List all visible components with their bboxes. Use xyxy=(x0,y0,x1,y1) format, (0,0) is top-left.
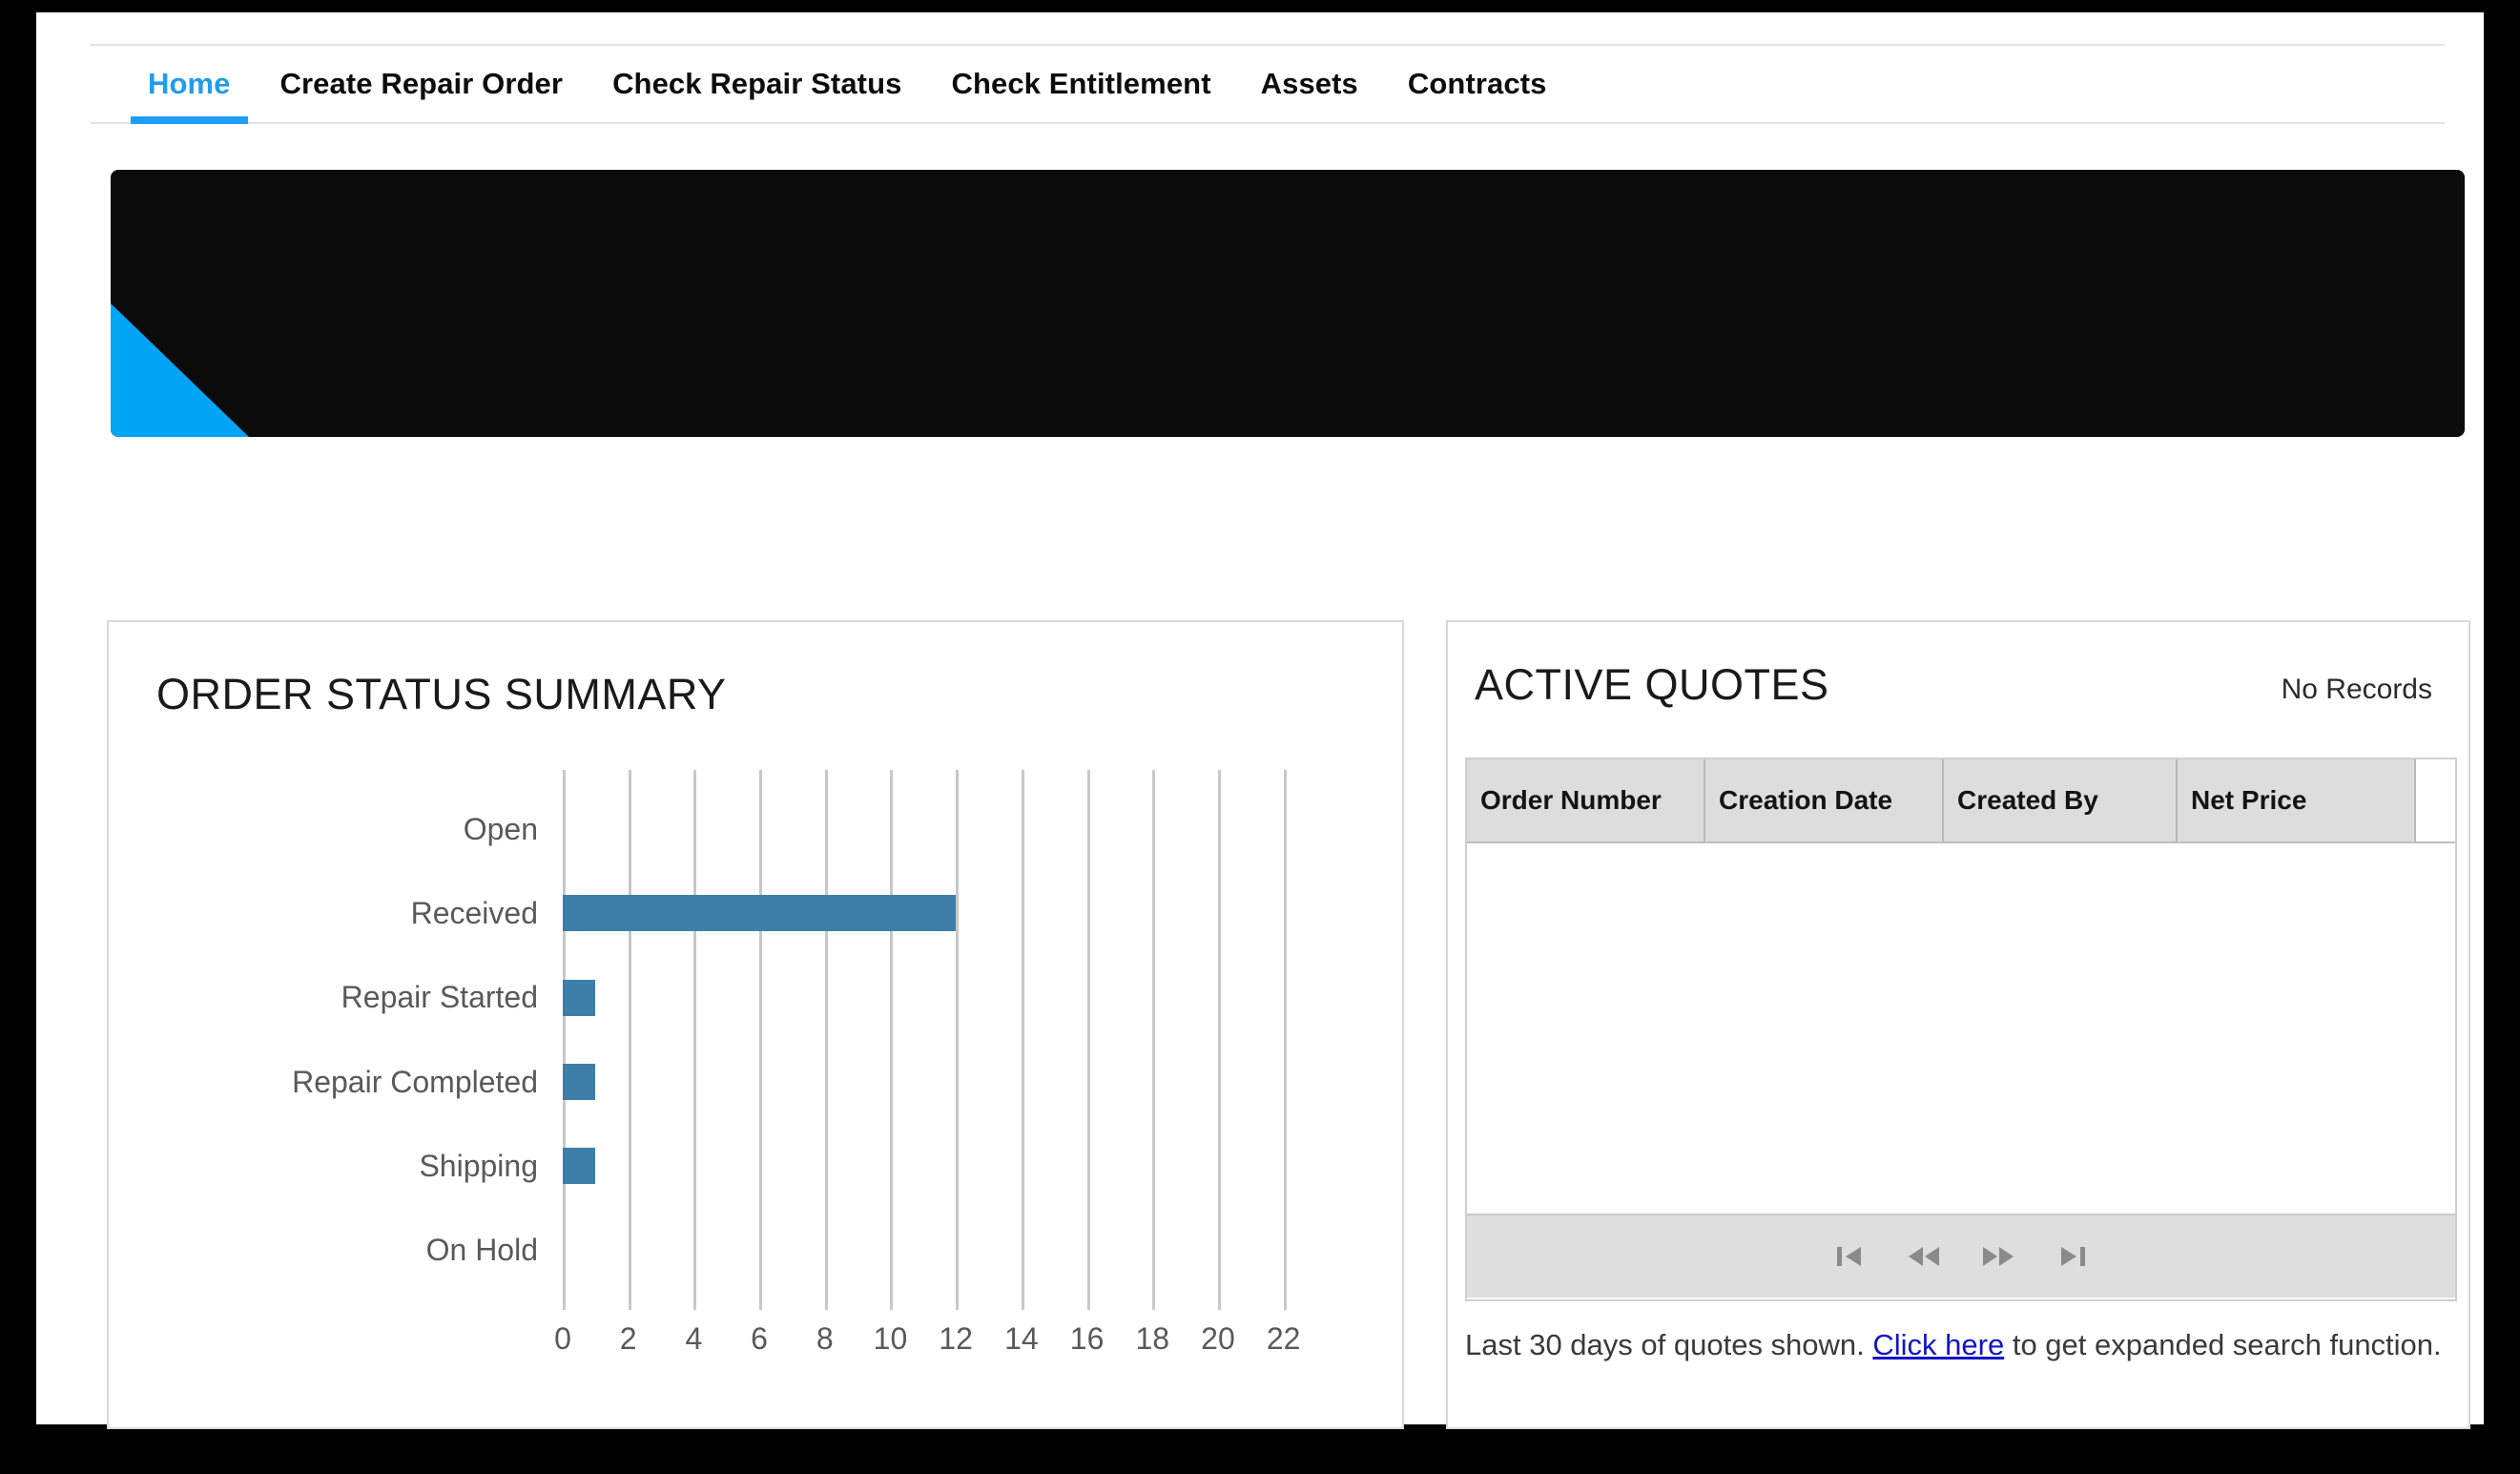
chart-value-tick-label: 18 xyxy=(1135,1321,1170,1356)
chart-category-label: Repair Completed xyxy=(292,1064,538,1099)
nav-item-assets[interactable]: Assets xyxy=(1236,46,1383,122)
chart-category-label: Shipping xyxy=(419,1148,538,1183)
chart-category-label: On Hold xyxy=(425,1233,538,1268)
nav-item-home[interactable]: Home xyxy=(123,46,256,124)
active-quotes-table: Order Number Creation Date Created By Net P… xyxy=(1465,758,2457,1301)
active-quotes-panel: ACTIVE QUOTES No Records Order Number Cre… xyxy=(1446,620,2470,1429)
expanded-search-link[interactable]: Click here xyxy=(1872,1328,2004,1361)
hero-banner xyxy=(111,170,2465,437)
order-status-title: ORDER STATUS SUMMARY xyxy=(156,670,727,718)
next-page-icon[interactable] xyxy=(1976,1235,2020,1278)
nav-item-list: Home Create Repair Order Check Repair Stat… xyxy=(91,46,2445,124)
nav-item-check-repair-status[interactable]: Check Repair Status xyxy=(588,46,926,122)
dashboard-panels: ORDER STATUS SUMMARY Open Received Repair … xyxy=(107,620,2470,1436)
application-frame: Home Create Repair Order Check Repair Stat… xyxy=(0,0,2520,1474)
chart-bar-row xyxy=(563,1040,1316,1124)
previous-page-icon[interactable] xyxy=(1902,1235,1946,1278)
chart-category-label: Repair Started xyxy=(341,980,538,1015)
chart-category-label: Open xyxy=(463,811,538,846)
table-header-row: Order Number Creation Date Created By Net P… xyxy=(1467,759,2455,843)
chart-value-tick-label: 8 xyxy=(816,1321,834,1356)
table-pagination-bar xyxy=(1467,1214,2455,1298)
chart-value-tick-label: 6 xyxy=(751,1321,768,1356)
chart-value-tick-label: 12 xyxy=(939,1321,973,1356)
chart-value-tick-label: 2 xyxy=(619,1321,637,1356)
chart-bar xyxy=(563,1064,596,1101)
nav-item-contracts[interactable]: Contracts xyxy=(1383,46,1572,122)
chart-value-tick-label: 22 xyxy=(1266,1321,1301,1356)
footnote-suffix: to get expanded search function. xyxy=(2004,1328,2442,1361)
main-navigation: Home Create Repair Order Check Repair Stat… xyxy=(91,44,2445,124)
table-header-creation-date[interactable]: Creation Date xyxy=(1705,759,1944,841)
table-header-order-number[interactable]: Order Number xyxy=(1467,759,1705,841)
active-quotes-title: ACTIVE QUOTES xyxy=(1475,660,1829,709)
chart-bar xyxy=(563,979,596,1016)
no-records-status: No Records xyxy=(2281,674,2432,705)
chart-bar-row xyxy=(563,787,1316,871)
chart-value-tick-label: 0 xyxy=(554,1321,571,1356)
chart-value-axis: 0 2 4 6 8 10 12 14 16 18 20 22 xyxy=(554,1321,1316,1369)
first-page-icon[interactable] xyxy=(1828,1235,1871,1278)
last-page-icon[interactable] xyxy=(2051,1235,2095,1278)
table-header-created-by[interactable]: Created By xyxy=(1944,759,2178,841)
chart-value-tick-label: 20 xyxy=(1201,1321,1235,1356)
chart-bar-series xyxy=(563,787,1316,1293)
table-body xyxy=(1467,843,2455,1214)
chart-bar-row xyxy=(563,1209,1316,1293)
chart-bar-row xyxy=(563,1124,1316,1208)
nav-item-create-repair-order[interactable]: Create Repair Order xyxy=(256,46,589,122)
quotes-footnote: Last 30 days of quotes shown. Click here… xyxy=(1465,1328,2442,1362)
chart-bar-row xyxy=(563,871,1316,955)
chart-category-label: Received xyxy=(410,895,538,930)
footnote-prefix: Last 30 days of quotes shown. xyxy=(1465,1328,1873,1361)
chart-category-axis: Open Received Repair Started Repair Complet… xyxy=(153,787,563,1293)
chart-bar xyxy=(563,895,957,932)
chart-value-tick-label: 14 xyxy=(1004,1321,1039,1356)
chart-plot-area xyxy=(563,770,1316,1310)
chart-bar xyxy=(563,1148,596,1185)
chart-value-tick-label: 4 xyxy=(685,1321,703,1356)
page-surface: Home Create Repair Order Check Repair Stat… xyxy=(36,12,2484,1429)
order-status-summary-panel: ORDER STATUS SUMMARY Open Received Repair … xyxy=(107,620,1404,1429)
chart-value-tick-label: 16 xyxy=(1069,1321,1105,1356)
nav-item-check-entitlement[interactable]: Check Entitlement xyxy=(926,46,1235,122)
chart-value-tick-label: 10 xyxy=(873,1321,908,1356)
chart-bar-row xyxy=(563,956,1316,1040)
table-header-spacer xyxy=(2416,759,2455,841)
order-status-bar-chart: Open Received Repair Started Repair Complet… xyxy=(153,770,1354,1361)
table-header-net-price[interactable]: Net Price xyxy=(2178,759,2416,841)
accent-triangle-icon xyxy=(111,303,249,437)
